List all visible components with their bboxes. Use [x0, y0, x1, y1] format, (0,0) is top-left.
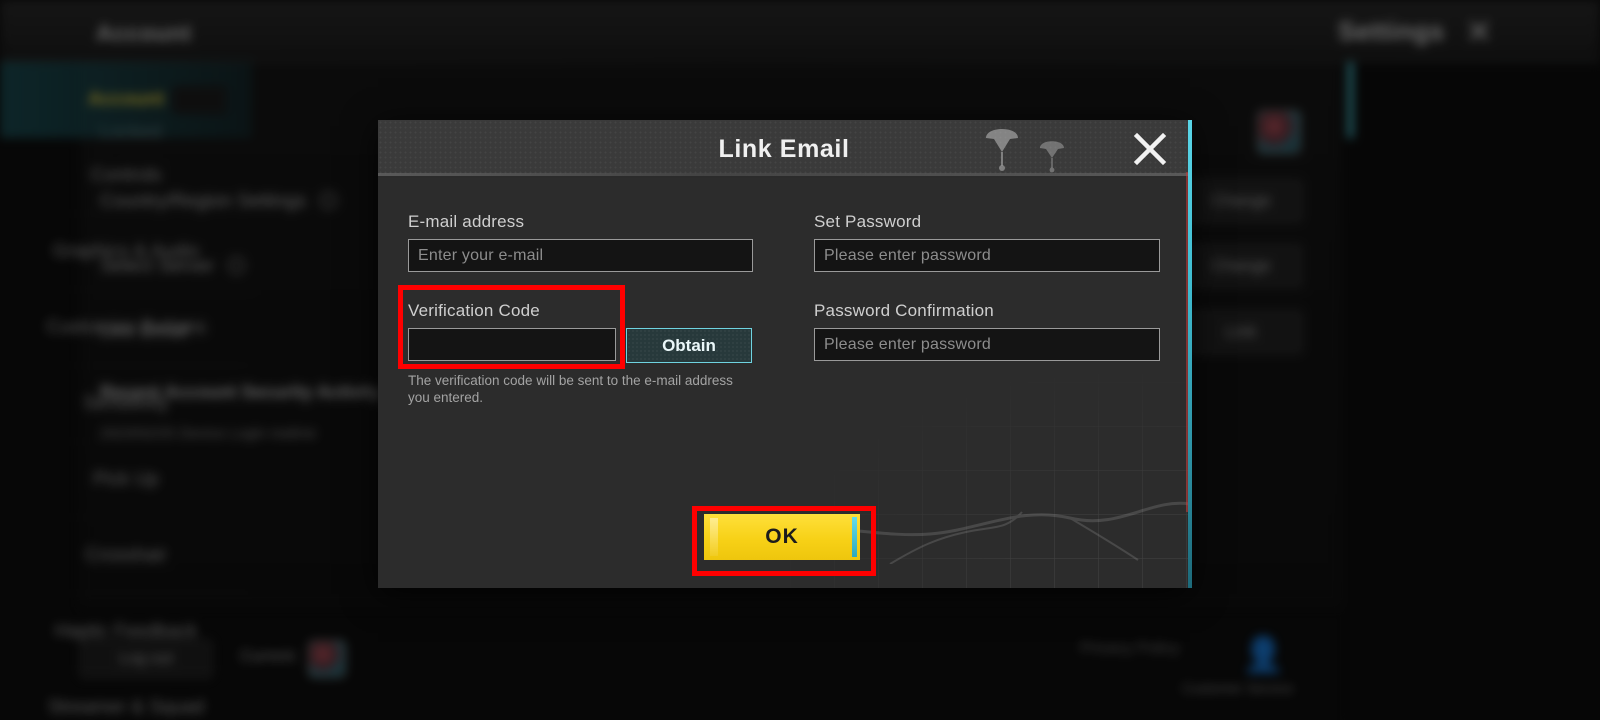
password-confirmation-input[interactable]: Please enter password	[814, 328, 1160, 361]
set-password-label: Set Password	[814, 212, 922, 231]
dialog-edge-cyan-accent	[1188, 120, 1192, 588]
dialog-close-button[interactable]	[1130, 129, 1170, 169]
link-email-dialog: Link Email E-mail address Enter your e-m…	[378, 120, 1192, 588]
set-password-placeholder: Please enter password	[824, 246, 991, 264]
password-confirmation-label: Password Confirmation	[814, 301, 994, 320]
verification-hint-text: The verification code will be sent to th…	[408, 373, 733, 405]
email-input-placeholder: Enter your e-mail	[418, 246, 544, 264]
app-screen: Account Settings ✕ Locked Country/Region…	[0, 0, 1600, 720]
dialog-header: Link Email	[378, 120, 1190, 176]
obtain-button[interactable]: Obtain	[626, 328, 752, 363]
email-input[interactable]: Enter your e-mail	[408, 239, 753, 272]
ok-button[interactable]: OK	[704, 514, 860, 560]
verification-code-input[interactable]	[408, 328, 616, 361]
password-confirmation-placeholder: Please enter password	[824, 335, 991, 353]
parachute-icon	[986, 129, 1064, 173]
set-password-input[interactable]: Please enter password	[814, 239, 1160, 272]
email-label: E-mail address	[408, 212, 525, 231]
verification-code-label: Verification Code	[408, 301, 540, 320]
